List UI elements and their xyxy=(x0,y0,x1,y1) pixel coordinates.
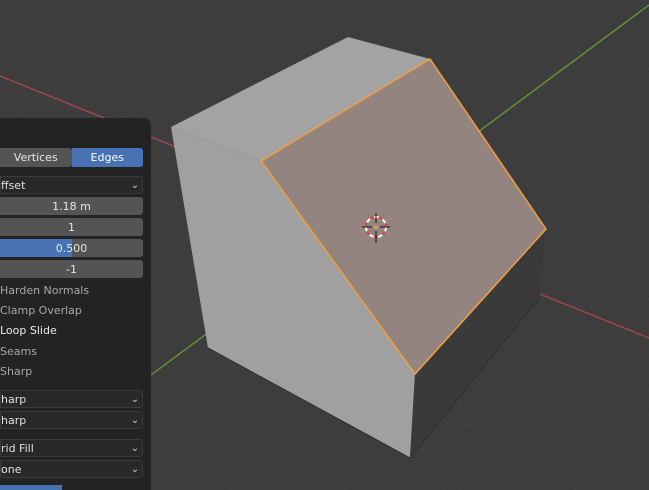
harden-normals-label: Harden Normals xyxy=(0,283,90,297)
width-type-value: ffset xyxy=(1,178,26,192)
affect-edges-button[interactable]: Edges xyxy=(71,148,143,167)
face-strength-dropdown[interactable]: one ⌄ xyxy=(0,460,143,478)
segments-field[interactable]: 1 xyxy=(0,218,143,236)
material-index-value: -1 xyxy=(66,262,77,276)
mark-sharp-label: Sharp xyxy=(0,364,33,378)
width-type-dropdown[interactable]: ffset ⌄ xyxy=(0,176,143,194)
mark-seams-checkbox[interactable]: Seams xyxy=(0,343,37,359)
miter-outer-value: harp xyxy=(1,392,27,406)
chevron-down-icon: ⌄ xyxy=(130,414,140,426)
harden-normals-checkbox[interactable]: Harden Normals xyxy=(0,282,89,298)
mark-sharp-checkbox[interactable]: Sharp xyxy=(0,363,32,379)
shape-slider[interactable]: 0.500 xyxy=(0,239,143,257)
loop-slide-checkbox[interactable]: Loop Slide xyxy=(0,322,57,338)
clamp-overlap-checkbox[interactable]: Clamp Overlap xyxy=(0,302,82,318)
face-strength-value: one xyxy=(1,462,22,476)
panel-bottom-toggle[interactable] xyxy=(0,485,62,490)
affect-mode-toggle[interactable]: Vertices Edges xyxy=(0,148,143,167)
clamp-overlap-label: Clamp Overlap xyxy=(0,303,82,317)
bevel-operator-panel[interactable]: Vertices Edges ffset ⌄ 1.18 m 1 0.500 -1… xyxy=(0,118,151,490)
affect-vertices-button[interactable]: Vertices xyxy=(0,148,72,167)
chevron-down-icon: ⌄ xyxy=(130,179,140,191)
fill-type-dropdown[interactable]: rid Fill ⌄ xyxy=(0,439,143,457)
shape-value: 0.500 xyxy=(55,241,88,255)
loop-slide-label: Loop Slide xyxy=(0,323,57,337)
miter-outer-dropdown[interactable]: harp ⌄ xyxy=(0,390,143,408)
chevron-down-icon: ⌄ xyxy=(130,393,140,405)
material-index-field[interactable]: -1 xyxy=(0,260,143,278)
miter-inner-dropdown[interactable]: harp ⌄ xyxy=(0,411,143,429)
chevron-down-icon: ⌄ xyxy=(130,463,140,475)
miter-inner-value: harp xyxy=(1,413,27,427)
segments-value: 1 xyxy=(68,220,75,234)
mark-seams-label: Seams xyxy=(0,344,37,358)
chevron-down-icon: ⌄ xyxy=(130,442,140,454)
amount-field[interactable]: 1.18 m xyxy=(0,197,143,215)
fill-type-value: rid Fill xyxy=(1,441,34,455)
amount-value: 1.18 m xyxy=(52,199,91,213)
